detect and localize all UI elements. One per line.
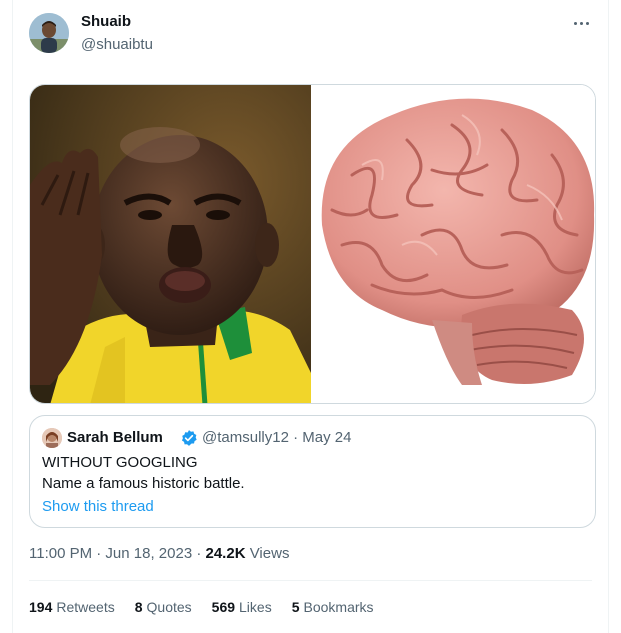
quote-author-avatar[interactable] [42, 428, 62, 448]
likes-count: 569 [211, 599, 236, 615]
retweets-label: Retweets [56, 599, 115, 615]
tweet-timestamp[interactable]: 11:00 PM · Jun 18, 2023 · [29, 545, 206, 562]
quoted-tweet[interactable]: Sarah Bellum @tamsully12 · May 24 WITHOU… [29, 415, 596, 528]
retweets-stat[interactable]: 194 Retweets [29, 599, 115, 615]
quote-text-line1: WITHOUT GOOGLING [42, 454, 198, 471]
author-name[interactable]: Shuaib [81, 13, 131, 30]
quote-handle-date[interactable]: @tamsully12 · May 24 [202, 429, 351, 446]
man-photo[interactable] [30, 85, 312, 403]
author-avatar[interactable] [29, 13, 69, 53]
tweet: Shuaib @shuaibtu Sarah Bellum @tamsully1… [12, 0, 609, 633]
bookmarks-count: 5 [291, 599, 300, 615]
bookmarks-stat[interactable]: 5 Bookmarks [292, 599, 374, 615]
bookmarks-label: Bookmarks [303, 599, 374, 615]
divider [29, 580, 592, 581]
views-label: Views [245, 545, 290, 562]
engagement-stats: 194 Retweets 8 Quotes 569 Likes 5 Bookmarks [29, 599, 374, 615]
quotes-stat[interactable]: 8 Quotes [135, 599, 192, 615]
author-handle[interactable]: @shuaibtu [81, 36, 153, 53]
quotes-count: 8 [134, 599, 143, 615]
quote-text-line2: Name a famous historic battle. [42, 475, 245, 492]
views-count: 24.2K [205, 545, 246, 562]
likes-label: Likes [239, 599, 272, 615]
more-options-icon[interactable] [568, 10, 594, 36]
retweets-count: 194 [29, 599, 53, 615]
quotes-label: Quotes [146, 599, 192, 615]
likes-stat[interactable]: 569 Likes [212, 599, 272, 615]
tweet-media[interactable] [29, 84, 596, 404]
show-thread-link[interactable]: Show this thread [42, 498, 154, 515]
tweet-meta: 11:00 PM · Jun 18, 2023 · 24.2K Views [29, 545, 289, 562]
brain-photo[interactable] [312, 85, 595, 403]
verified-badge-icon [181, 430, 197, 446]
quote-author-name[interactable]: Sarah Bellum [67, 429, 163, 446]
